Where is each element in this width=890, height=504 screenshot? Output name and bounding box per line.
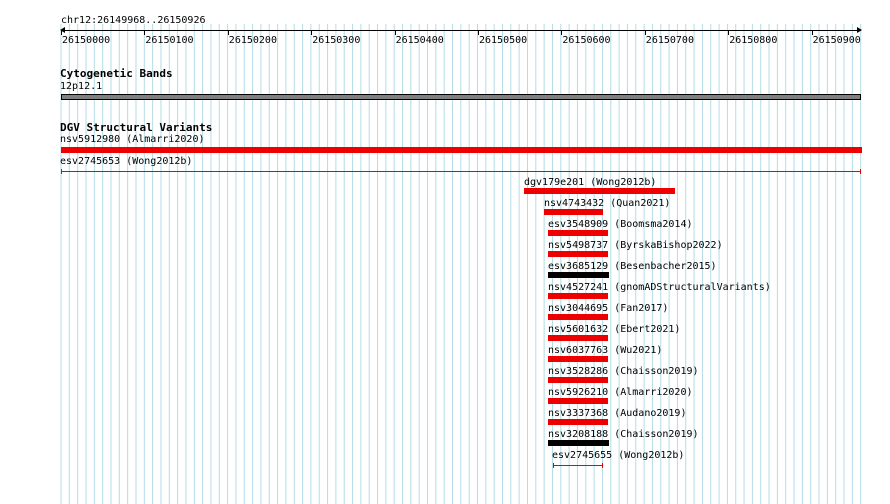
ruler-tick-label: 26150100: [145, 35, 194, 46]
feature-label[interactable]: nsv5912980 (Almarri2020): [60, 134, 205, 145]
location-label: chr12:26149968..26150926: [61, 15, 206, 26]
feature-label[interactable]: nsv3528286 (Chaisson2019): [548, 366, 699, 377]
feature-label[interactable]: nsv5601632 (Ebert2021): [548, 324, 680, 335]
ruler-tick-label: 26150300: [312, 35, 361, 46]
feature-bar[interactable]: [548, 314, 608, 320]
feature-label[interactable]: nsv3044695 (Fan2017): [548, 303, 668, 314]
ruler-tick-label: 26150200: [228, 35, 277, 46]
ruler-tick-label: 26150600: [562, 35, 611, 46]
feature-bar[interactable]: [548, 356, 608, 362]
feature-bar[interactable]: [548, 419, 608, 425]
feature-label[interactable]: esv2745655 (Wong2012b): [552, 450, 684, 461]
feature-label[interactable]: esv2745653 (Wong2012b): [60, 156, 192, 167]
feature-label[interactable]: nsv4527241 (gnomADStructuralVariants): [548, 282, 771, 293]
cytoband-track-title: Cytogenetic Bands: [60, 67, 173, 80]
feature-bar[interactable]: [548, 398, 608, 404]
ruler-tick-label: 26150900: [812, 35, 861, 46]
feature-label[interactable]: nsv5926210 (Almarri2020): [548, 387, 693, 398]
feature-label[interactable]: esv3685129 (Besenbacher2015): [548, 261, 717, 272]
feature-end-tick: [860, 169, 861, 174]
feature-label[interactable]: nsv3337368 (Audano2019): [548, 408, 686, 419]
ruler-tick-label: 26150800: [729, 35, 778, 46]
dgv-track-title: DGV Structural Variants: [60, 121, 213, 134]
feature-bar[interactable]: [548, 440, 609, 446]
feature-bar-thin[interactable]: [61, 171, 861, 172]
feature-bar[interactable]: [548, 272, 609, 278]
feature-end-tick: [602, 463, 603, 468]
feature-bar[interactable]: [548, 251, 608, 257]
feature-label[interactable]: esv3548909 (Boomsma2014): [548, 219, 693, 230]
cytoband-bar[interactable]: [61, 94, 861, 100]
feature-bar[interactable]: [548, 230, 608, 236]
feature-label[interactable]: dgv179e201 (Wong2012b): [524, 177, 656, 188]
ruler-right-arrow: [857, 27, 862, 33]
feature-bar[interactable]: [548, 293, 608, 299]
ruler-tick-label: 26150700: [645, 35, 694, 46]
ruler-tick-label: 26150500: [479, 35, 528, 46]
feature-end-tick: [61, 169, 62, 174]
feature-bar-thin[interactable]: [553, 465, 603, 466]
feature-label[interactable]: nsv4743432 (Quan2021): [544, 198, 670, 209]
feature-label[interactable]: nsv5498737 (ByrskaBishop2022): [548, 240, 723, 251]
feature-bar[interactable]: [524, 188, 675, 194]
feature-label[interactable]: nsv3208188 (Chaisson2019): [548, 429, 699, 440]
ruler-tick-label: 26150000: [62, 35, 111, 46]
feature-bar[interactable]: [548, 377, 608, 383]
feature-bar[interactable]: [61, 147, 862, 153]
ruler-tick-label: 26150400: [395, 35, 444, 46]
feature-bar[interactable]: [548, 335, 608, 341]
ruler-axis: [61, 30, 861, 31]
feature-bar[interactable]: [544, 209, 603, 215]
feature-label[interactable]: nsv6037763 (Wu2021): [548, 345, 662, 356]
feature-end-tick: [553, 463, 554, 468]
cytoband-label: 12p12.1: [60, 81, 103, 92]
